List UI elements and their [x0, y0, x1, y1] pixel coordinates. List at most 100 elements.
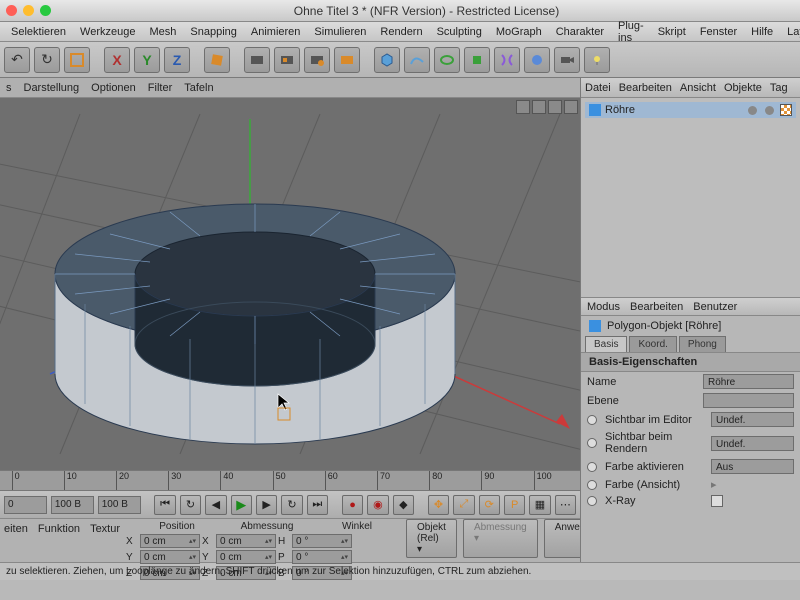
tab-phong[interactable]: Phong — [679, 336, 726, 352]
pan-icon[interactable] — [516, 100, 530, 114]
om-bearbeiten[interactable]: Bearbeiten — [619, 82, 672, 94]
radio-icon[interactable] — [587, 480, 597, 490]
menu-werkzeuge[interactable]: Werkzeuge — [73, 26, 142, 38]
timeline-ruler[interactable]: 0 10 20 30 40 50 60 70 80 90 100 — [0, 470, 580, 490]
pos-x-field[interactable]: 0 cm▴▾ — [140, 534, 200, 548]
render-view-button[interactable] — [244, 47, 270, 73]
tab-koord[interactable]: Koord. — [629, 336, 676, 352]
rotate-key-button[interactable]: ⟳ — [479, 495, 500, 515]
visibility-render-dot[interactable] — [765, 106, 774, 115]
y-axis-button[interactable]: Y — [134, 47, 160, 73]
zoom-icon[interactable] — [40, 5, 51, 16]
subbar-darstellung[interactable]: Darstellung — [24, 82, 80, 94]
record-button[interactable]: ● — [342, 495, 363, 515]
prop-vis-render-field[interactable]: Undef. — [711, 436, 794, 451]
tree-item-roehre[interactable]: Röhre — [585, 102, 796, 118]
menu-mesh[interactable]: Mesh — [142, 26, 183, 38]
zoom-icon[interactable] — [532, 100, 546, 114]
dim-x-field[interactable]: 0 cm▴▾ — [216, 534, 276, 548]
pla-key-button[interactable]: ▦ — [529, 495, 550, 515]
goto-end-button[interactable]: ⏭ — [307, 495, 328, 515]
loop2-button[interactable]: ↻ — [281, 495, 302, 515]
tab-basis[interactable]: Basis — [585, 336, 627, 352]
coordtab-funktion[interactable]: Funktion — [38, 523, 80, 535]
prop-farbe-akt-field[interactable]: Aus — [711, 459, 794, 474]
ang-p-field[interactable]: 0 °▴▾ — [292, 550, 352, 564]
next-frame-button[interactable]: ▶ — [256, 495, 277, 515]
coord-system-button[interactable] — [204, 47, 230, 73]
attr-modus[interactable]: Modus — [587, 301, 620, 313]
menu-skript[interactable]: Skript — [651, 26, 693, 38]
radio-icon[interactable] — [587, 496, 597, 506]
undo-button[interactable]: ↶ — [4, 47, 30, 73]
visibility-editor-dot[interactable] — [748, 106, 757, 115]
menu-rendern[interactable]: Rendern — [373, 26, 429, 38]
menu-hilfe[interactable]: Hilfe — [744, 26, 780, 38]
prop-name-field[interactable]: Röhre — [703, 374, 794, 389]
spline-button[interactable] — [404, 47, 430, 73]
menu-mograph[interactable]: MoGraph — [489, 26, 549, 38]
render-settings-button[interactable] — [304, 47, 330, 73]
attr-bearbeiten[interactable]: Bearbeiten — [630, 301, 683, 313]
coordtab-eiten[interactable]: eiten — [4, 523, 28, 535]
3d-viewport[interactable] — [0, 98, 580, 470]
pos-y-field[interactable]: 0 cm▴▾ — [140, 550, 200, 564]
object-tree[interactable]: Röhre — [581, 98, 800, 298]
frame-range-field[interactable]: 100 B — [51, 496, 94, 514]
render-region-button[interactable] — [274, 47, 300, 73]
menu-snapping[interactable]: Snapping — [183, 26, 244, 38]
frame-start-field[interactable]: 0 — [4, 496, 47, 514]
move-key-button[interactable]: ✥ — [428, 495, 449, 515]
coord-mode-dropdown[interactable]: Objekt (Rel) ▾ — [406, 519, 457, 558]
generator-button[interactable] — [464, 47, 490, 73]
minimize-icon[interactable] — [23, 5, 34, 16]
menu-fenster[interactable]: Fenster — [693, 26, 744, 38]
menu-animieren[interactable]: Animieren — [244, 26, 308, 38]
cube-primitive-button[interactable] — [374, 47, 400, 73]
prop-vis-editor-field[interactable]: Undef. — [711, 412, 794, 427]
coordtab-textur[interactable]: Textur — [90, 523, 120, 535]
x-axis-button[interactable]: X — [104, 47, 130, 73]
radio-icon[interactable] — [587, 438, 597, 448]
subbar-tafeln[interactable]: Tafeln — [184, 82, 213, 94]
menu-simulieren[interactable]: Simulieren — [307, 26, 373, 38]
redo-button[interactable]: ↻ — [34, 47, 60, 73]
frame-range2-field[interactable]: 100 B — [98, 496, 141, 514]
environment-button[interactable] — [524, 47, 550, 73]
dim-y-field[interactable]: 0 cm▴▾ — [216, 550, 276, 564]
prev-frame-button[interactable]: ◀ — [205, 495, 226, 515]
autokey-button[interactable]: ◉ — [367, 495, 388, 515]
menu-sculpting[interactable]: Sculpting — [430, 26, 489, 38]
coord-dim-dropdown[interactable]: Abmessung ▾ — [463, 519, 538, 558]
rotate-icon[interactable] — [548, 100, 562, 114]
radio-icon[interactable] — [587, 462, 597, 472]
light-button[interactable] — [584, 47, 610, 73]
z-axis-button[interactable]: Z — [164, 47, 190, 73]
menu-plugins[interactable]: Plug-ins — [611, 20, 651, 44]
om-ansicht[interactable]: Ansicht — [680, 82, 716, 94]
om-objekte[interactable]: Objekte — [724, 82, 762, 94]
goto-start-button[interactable]: ⏮ — [154, 495, 175, 515]
loop-button[interactable]: ↻ — [180, 495, 201, 515]
xray-checkbox[interactable] — [711, 495, 723, 507]
menu-charakter[interactable]: Charakter — [549, 26, 611, 38]
attr-benutzer[interactable]: Benutzer — [693, 301, 737, 313]
subbar-s[interactable]: s — [6, 82, 12, 94]
picture-viewer-button[interactable] — [334, 47, 360, 73]
nurbs-button[interactable] — [434, 47, 460, 73]
phong-tag-icon[interactable] — [780, 104, 792, 116]
radio-icon[interactable] — [587, 415, 597, 425]
om-datei[interactable]: Datei — [585, 82, 611, 94]
maximize-icon[interactable] — [564, 100, 578, 114]
param-key-button[interactable]: P — [504, 495, 525, 515]
ang-h-field[interactable]: 0 °▴▾ — [292, 534, 352, 548]
om-tags[interactable]: Tag — [770, 82, 788, 94]
play-button[interactable]: ▶ — [231, 495, 252, 515]
menu-selektieren[interactable]: Selektieren — [4, 26, 73, 38]
deformer-button[interactable] — [494, 47, 520, 73]
prop-ebene-field[interactable] — [703, 393, 794, 408]
close-icon[interactable] — [6, 5, 17, 16]
select-tool[interactable] — [64, 47, 90, 73]
extra-button[interactable]: ⋯ — [555, 495, 576, 515]
keyframe-button[interactable]: ◆ — [393, 495, 414, 515]
